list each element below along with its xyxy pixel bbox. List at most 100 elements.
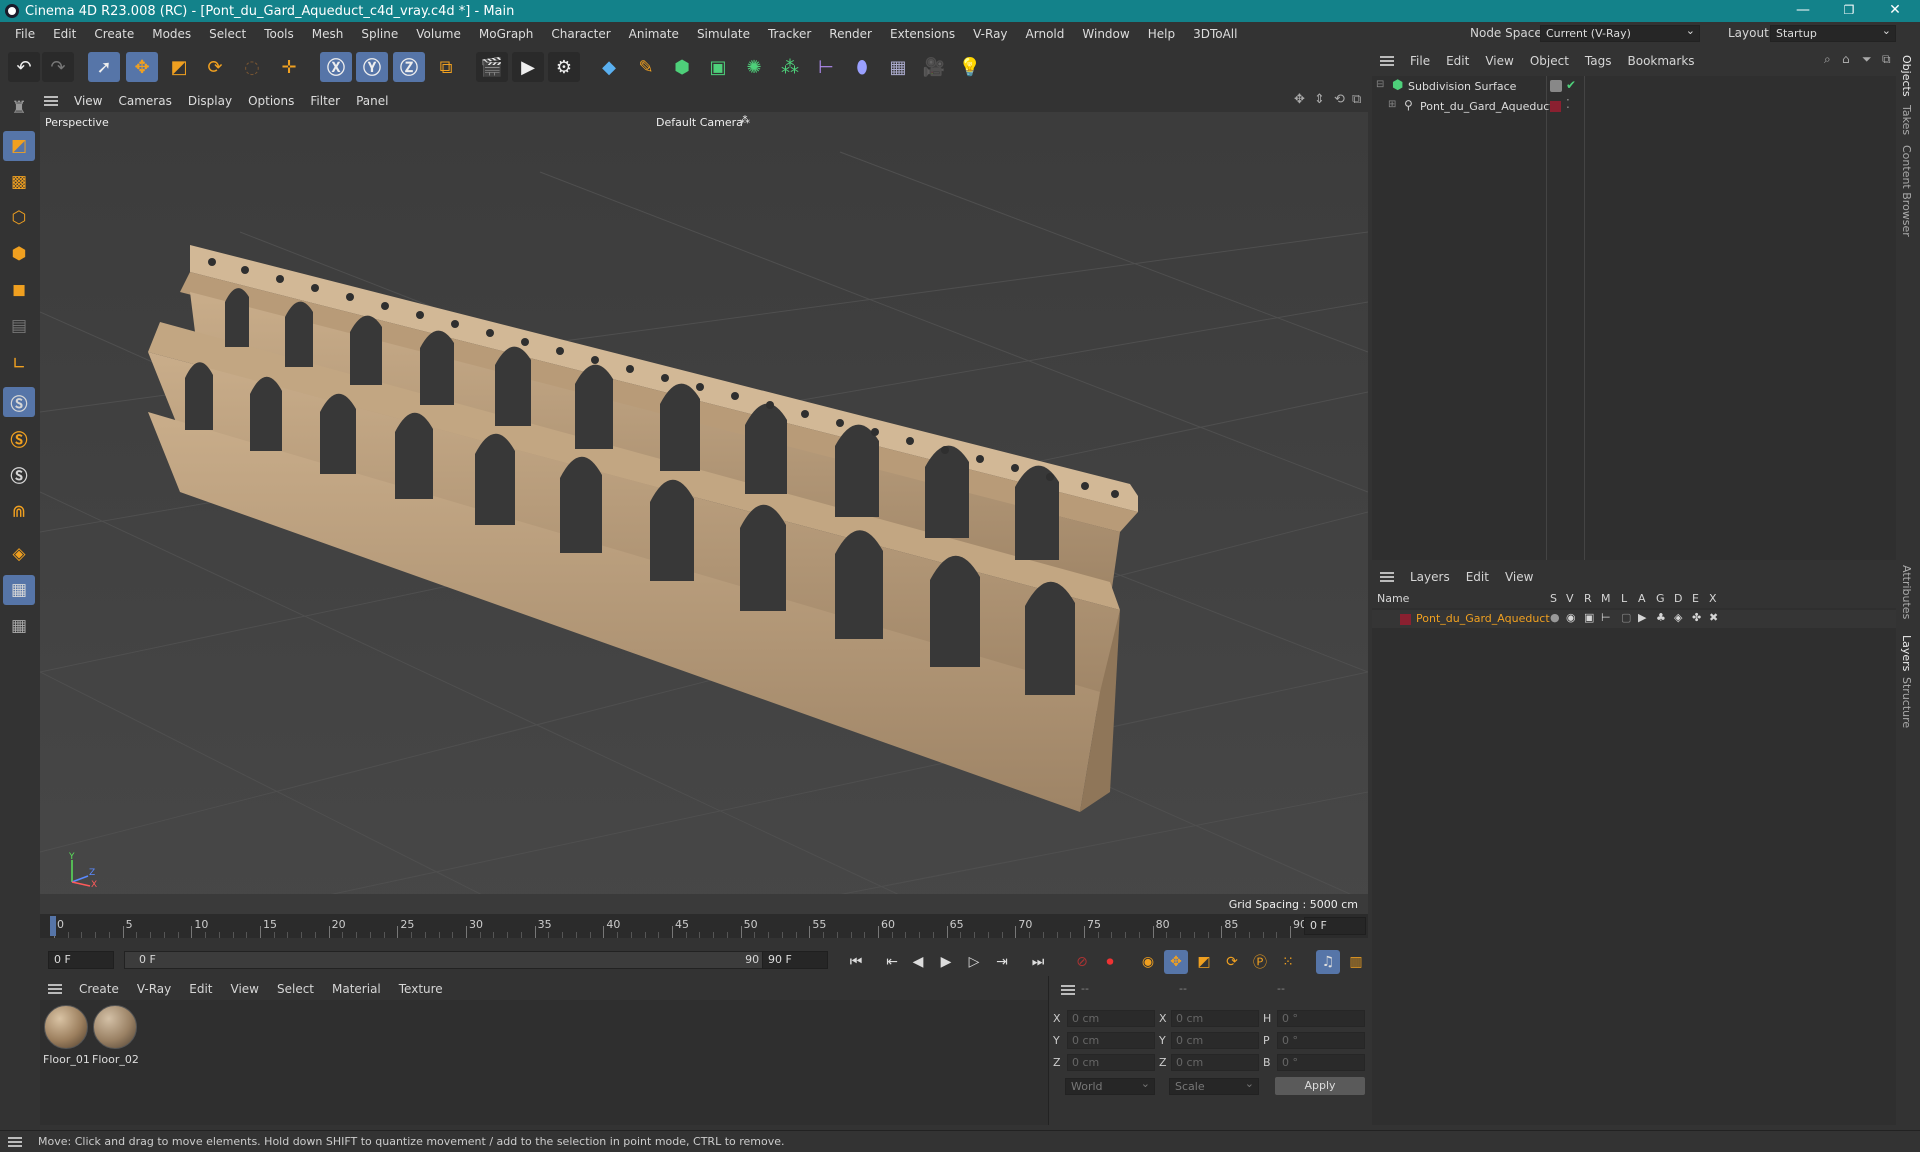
polygons-mode-icon[interactable]: ◼ bbox=[3, 275, 35, 305]
viewport-rotate-icon[interactable]: ⟲ bbox=[1334, 92, 1345, 107]
menu-render[interactable]: Render bbox=[820, 27, 881, 41]
object-menu-tags[interactable]: Tags bbox=[1577, 54, 1620, 68]
layer-expression-icon[interactable]: ✤ bbox=[1692, 611, 1701, 624]
menu-tools[interactable]: Tools bbox=[255, 27, 303, 41]
start-frame-field[interactable]: 0 F bbox=[48, 951, 114, 969]
object-search-icon[interactable]: ⌕ bbox=[1824, 52, 1831, 67]
next-frame-icon[interactable]: ▷ bbox=[962, 950, 986, 974]
cube-object-icon[interactable]: ◆ bbox=[593, 52, 625, 82]
menu-create[interactable]: Create bbox=[85, 27, 143, 41]
uv-mode-icon[interactable]: ▤ bbox=[3, 311, 35, 341]
render-settings-icon[interactable]: ⚙ bbox=[548, 52, 580, 82]
viewport-menu-options[interactable]: Options bbox=[240, 94, 302, 108]
material-menu-texture[interactable]: Texture bbox=[390, 982, 452, 996]
material-floor-01[interactable]: Floor_01 bbox=[43, 1005, 90, 1066]
close-button[interactable]: ✕ bbox=[1872, 0, 1918, 22]
render-view-icon[interactable]: 🎬 bbox=[476, 52, 508, 82]
tab-takes[interactable]: Takes bbox=[1900, 105, 1913, 135]
layer-xref-icon[interactable]: ✖ bbox=[1709, 611, 1718, 624]
menu-spline[interactable]: Spline bbox=[352, 27, 407, 41]
material-menu-icon[interactable] bbox=[48, 984, 62, 994]
object-row-subdivision[interactable]: ⊟ ⬢ Subdivision Surface ✔ bbox=[1372, 78, 1896, 96]
material-floor-02[interactable]: Floor_02 bbox=[92, 1005, 139, 1066]
go-to-start-icon[interactable]: ⏮ bbox=[844, 950, 868, 974]
coordinate-menu-icon[interactable] bbox=[1061, 985, 1075, 995]
menu-mograph[interactable]: MoGraph bbox=[470, 27, 543, 41]
texture-mode-icon[interactable]: ▩ bbox=[3, 167, 35, 197]
coord-rot-h-field[interactable]: 0 ° bbox=[1277, 1010, 1365, 1027]
tab-structure[interactable]: Structure bbox=[1900, 677, 1913, 728]
next-key-icon[interactable]: ⇥ bbox=[990, 950, 1014, 974]
record-icon[interactable]: ⊘ bbox=[1070, 950, 1094, 974]
object-filter-icon[interactable]: ⏷ bbox=[1862, 52, 1872, 67]
menu-file[interactable]: File bbox=[6, 27, 44, 41]
menu-mesh[interactable]: Mesh bbox=[303, 27, 353, 41]
layer-row[interactable]: Pont_du_Gard_Aqueduct ● ◉ ▣ ⊢ ▢ ▶ ♣ ◈ ✤ … bbox=[1372, 610, 1896, 628]
layer-menu-layers[interactable]: Layers bbox=[1402, 570, 1458, 584]
undo-icon[interactable]: ↶ bbox=[8, 52, 40, 82]
layer-solo-icon[interactable]: ● bbox=[1550, 611, 1560, 624]
menu-arnold[interactable]: Arnold bbox=[1017, 27, 1074, 41]
motion-system-icon[interactable]: ♫ bbox=[1316, 950, 1340, 974]
points-mode-icon[interactable]: ⬡ bbox=[3, 203, 35, 233]
menu-edit[interactable]: Edit bbox=[44, 27, 85, 41]
floor-object-icon[interactable]: ▦ bbox=[882, 52, 914, 82]
menu-character[interactable]: Character bbox=[542, 27, 619, 41]
collapse-icon[interactable]: ⊟ bbox=[1376, 79, 1384, 90]
timeline-playhead[interactable] bbox=[50, 916, 56, 936]
coord-pos-y-field[interactable]: 0 cm bbox=[1067, 1032, 1155, 1049]
layer-render-icon[interactable]: ▣ bbox=[1584, 611, 1594, 624]
material-menu-material[interactable]: Material bbox=[323, 982, 390, 996]
layer-manager-icon[interactable]: ⊢ bbox=[1601, 611, 1611, 624]
object-row-aqueduct[interactable]: ⊞ ⚲ Pont_du_Gard_Aqueduct ⁚ bbox=[1372, 97, 1896, 116]
solo-off-icon[interactable]: Ⓢ bbox=[3, 387, 35, 417]
menu-window[interactable]: Window bbox=[1073, 27, 1138, 41]
menu-simulate[interactable]: Simulate bbox=[688, 27, 759, 41]
object-menu-icon[interactable] bbox=[1380, 56, 1394, 66]
object-menu-object[interactable]: Object bbox=[1522, 54, 1577, 68]
coord-space-dropdown[interactable]: World bbox=[1065, 1076, 1155, 1095]
object-menu-edit[interactable]: Edit bbox=[1438, 54, 1477, 68]
restore-button[interactable]: ❐ bbox=[1826, 0, 1872, 22]
menu-tracker[interactable]: Tracker bbox=[759, 27, 820, 41]
layer-menu-edit[interactable]: Edit bbox=[1458, 570, 1497, 584]
minimize-button[interactable]: — bbox=[1780, 0, 1826, 22]
viewport-menu-filter[interactable]: Filter bbox=[302, 94, 348, 108]
coord-pos-x-field[interactable]: 0 cm bbox=[1067, 1010, 1155, 1027]
redo-icon[interactable]: ↷ bbox=[42, 52, 74, 82]
tab-content-browser[interactable]: Content Browser bbox=[1900, 145, 1913, 237]
grid-workplane-icon[interactable]: ▦ bbox=[3, 575, 35, 605]
edges-mode-icon[interactable]: ⬢ bbox=[3, 239, 35, 269]
coord-rot-b-field[interactable]: 0 ° bbox=[1277, 1054, 1365, 1071]
status-menu-icon[interactable] bbox=[8, 1136, 22, 1147]
key-pla-icon[interactable]: ⁙ bbox=[1276, 950, 1300, 974]
scale-tool-icon[interactable]: ◩ bbox=[163, 52, 195, 82]
layer-visible-icon[interactable]: ◉ bbox=[1566, 611, 1576, 624]
mograph-cloner-icon[interactable]: ⁂ bbox=[774, 52, 806, 82]
layer-color-swatch[interactable] bbox=[1400, 614, 1411, 625]
menu-select[interactable]: Select bbox=[200, 27, 255, 41]
viewport-menu-display[interactable]: Display bbox=[180, 94, 240, 108]
visibility-dots-icon[interactable]: ⁚ bbox=[1566, 97, 1570, 111]
menu-3dtoall[interactable]: 3DToAll bbox=[1184, 27, 1246, 41]
layer-menu-icon[interactable] bbox=[1380, 572, 1394, 582]
coord-mode-dropdown[interactable]: Scale bbox=[1169, 1076, 1259, 1095]
frame-range-slider[interactable]: 0 F 90 F bbox=[124, 951, 784, 969]
coordinate-system-icon[interactable]: ⧉ bbox=[430, 52, 462, 82]
keyframe-selection-icon[interactable]: ◉ bbox=[1136, 950, 1160, 974]
layer-animation-icon[interactable]: ▶ bbox=[1638, 611, 1646, 624]
menu-extensions[interactable]: Extensions bbox=[881, 27, 964, 41]
material-menu-view[interactable]: View bbox=[222, 982, 268, 996]
deformer-bend-icon[interactable]: ⊢ bbox=[810, 52, 842, 82]
expand-icon[interactable]: ⊞ bbox=[1388, 99, 1396, 110]
key-rotation-icon[interactable]: ⟳ bbox=[1220, 950, 1244, 974]
object-menu-view[interactable]: View bbox=[1477, 54, 1521, 68]
workplane-icon[interactable]: ◈ bbox=[3, 539, 35, 569]
tab-layers[interactable]: Layers bbox=[1900, 635, 1913, 671]
locked-workplane-icon[interactable]: ▦ bbox=[3, 611, 35, 641]
layer-generator-icon[interactable]: ♣ bbox=[1656, 611, 1666, 624]
object-menu-bookmarks[interactable]: Bookmarks bbox=[1620, 54, 1703, 68]
solo-single-icon[interactable]: Ⓢ bbox=[3, 423, 35, 453]
tab-attributes[interactable]: Attributes bbox=[1900, 565, 1913, 619]
menu-vray[interactable]: V-Ray bbox=[964, 27, 1016, 41]
